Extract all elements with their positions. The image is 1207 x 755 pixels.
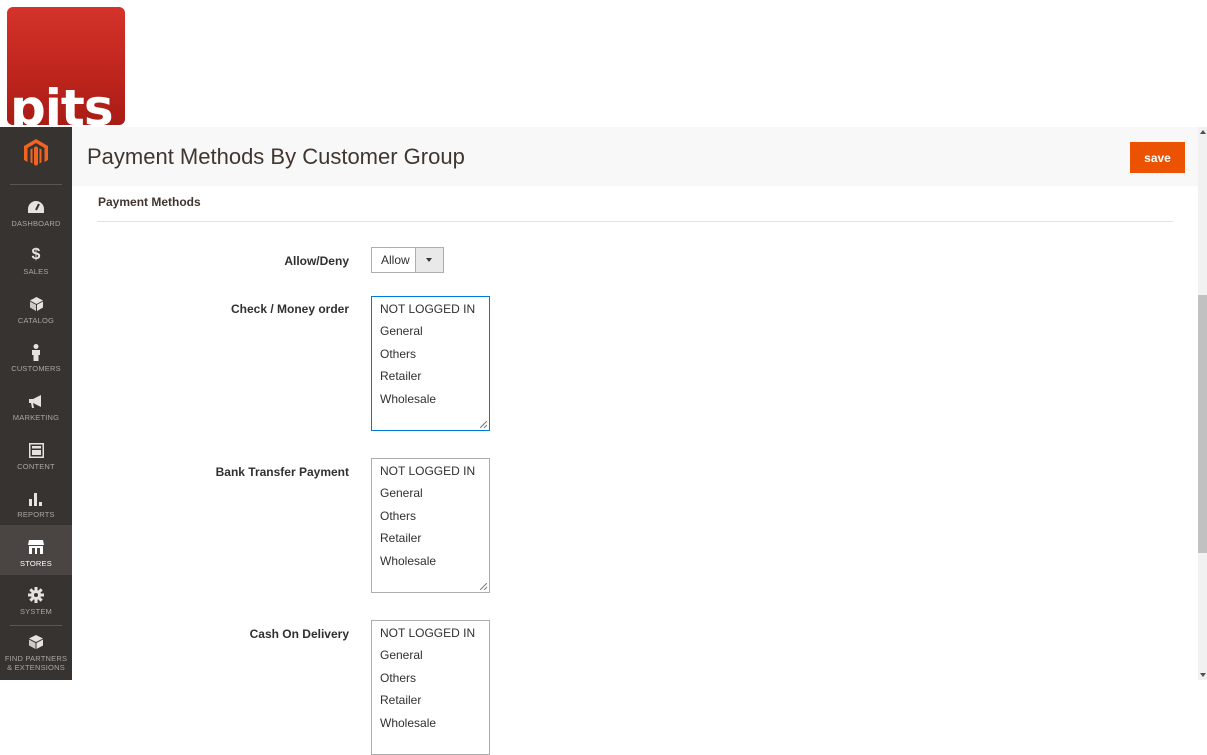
- person-icon: [0, 342, 72, 362]
- list-item[interactable]: General: [372, 482, 489, 504]
- admin-sidebar: DASHBOARD $ SALES CATALOG CUSTOMERS MARK…: [0, 127, 72, 680]
- allow-deny-value: Allow: [381, 253, 410, 267]
- resize-grip-icon[interactable]: [480, 421, 487, 428]
- storefront-icon: [0, 537, 72, 557]
- resize-grip-icon[interactable]: [480, 583, 487, 590]
- list-item[interactable]: Wholesale: [372, 712, 489, 734]
- sidebar-item-sales[interactable]: $ SALES: [0, 245, 72, 293]
- scroll-thumb[interactable]: [1198, 295, 1207, 553]
- list-item[interactable]: Wholesale: [372, 550, 489, 572]
- pits-logo: pits: [7, 7, 125, 125]
- dollar-icon: $: [31, 246, 41, 263]
- logo-banner: pits: [0, 0, 1207, 127]
- sidebar-item-content[interactable]: CONTENT: [0, 440, 72, 488]
- check-money-order-label: Check / Money order: [230, 302, 349, 316]
- sidebar-item-customers[interactable]: CUSTOMERS: [0, 342, 72, 390]
- gear-icon: [0, 585, 72, 605]
- cash-on-delivery-label: Cash On Delivery: [249, 627, 349, 641]
- sidebar-item-marketing[interactable]: MARKETING: [0, 391, 72, 439]
- list-item[interactable]: Retailer: [372, 527, 489, 549]
- list-item[interactable]: Retailer: [372, 365, 489, 387]
- sidebar-item-label: MARKETING: [12, 413, 60, 422]
- sidebar-item-label: CONTENT: [17, 462, 55, 471]
- sidebar-item-dashboard[interactable]: DASHBOARD: [0, 197, 72, 245]
- section-divider: [97, 221, 1173, 222]
- sidebar-item-label: CATALOG: [17, 316, 55, 325]
- cube-icon: [0, 294, 72, 314]
- list-item[interactable]: Others: [372, 667, 489, 689]
- list-item[interactable]: Retailer: [372, 689, 489, 711]
- page-title: Payment Methods By Customer Group: [87, 144, 465, 169]
- bank-transfer-label: Bank Transfer Payment: [215, 465, 349, 479]
- list-item[interactable]: NOT LOGGED IN: [372, 460, 489, 482]
- save-button[interactable]: save: [1130, 142, 1185, 173]
- bar-chart-icon: [0, 488, 72, 508]
- page-scrollbar[interactable]: [1198, 127, 1207, 680]
- list-item[interactable]: Others: [372, 505, 489, 527]
- sidebar-item-label: SALES: [23, 267, 49, 276]
- dashboard-icon: [0, 197, 72, 217]
- list-item[interactable]: General: [372, 320, 489, 342]
- sidebar-item-find-partners[interactable]: FIND PARTNERS & EXTENSIONS: [0, 632, 72, 680]
- list-item[interactable]: General: [372, 644, 489, 666]
- list-item[interactable]: Others: [372, 343, 489, 365]
- sidebar-item-label: STORES: [20, 559, 52, 568]
- allow-deny-select[interactable]: Allow: [371, 247, 444, 273]
- sidebar-item-label: REPORTS: [17, 510, 55, 519]
- sidebar-item-label: SYSTEM: [19, 607, 53, 616]
- list-item[interactable]: Wholesale: [372, 388, 489, 410]
- sidebar-divider: [10, 625, 62, 626]
- select-arrow-zone[interactable]: [415, 248, 443, 272]
- megaphone-icon: [0, 391, 72, 411]
- bank-transfer-multiselect[interactable]: NOT LOGGED IN General Others Retailer Wh…: [371, 458, 490, 593]
- scroll-down-icon[interactable]: [1200, 673, 1206, 677]
- sidebar-item-label: DASHBOARD: [11, 219, 61, 228]
- list-item[interactable]: NOT LOGGED IN: [372, 298, 489, 320]
- pits-logo-text: pits: [10, 79, 114, 125]
- check-money-order-multiselect[interactable]: NOT LOGGED IN General Others Retailer Wh…: [371, 296, 490, 431]
- list-item[interactable]: NOT LOGGED IN: [372, 622, 489, 644]
- chevron-down-icon: [426, 258, 432, 262]
- sidebar-item-catalog[interactable]: CATALOG: [0, 294, 72, 342]
- cash-on-delivery-multiselect[interactable]: NOT LOGGED IN General Others Retailer Wh…: [371, 620, 490, 755]
- box-icon: [0, 632, 72, 652]
- sidebar-item-label: FIND PARTNERS & EXTENSIONS: [4, 654, 68, 672]
- allow-deny-label: Allow/Deny: [284, 254, 349, 268]
- section-title[interactable]: Payment Methods: [98, 195, 201, 209]
- layout-icon: [0, 440, 72, 460]
- magento-logo[interactable]: [0, 127, 72, 183]
- sidebar-divider: [10, 184, 62, 185]
- main-content: Payment Methods Allow/Deny Allow Check /…: [72, 186, 1198, 755]
- sidebar-item-stores[interactable]: STORES: [0, 525, 72, 575]
- scroll-up-icon[interactable]: [1200, 130, 1206, 134]
- sidebar-item-label: CUSTOMERS: [11, 364, 61, 373]
- magento-icon: [24, 139, 48, 166]
- page-header: Payment Methods By Customer Group save: [72, 127, 1198, 186]
